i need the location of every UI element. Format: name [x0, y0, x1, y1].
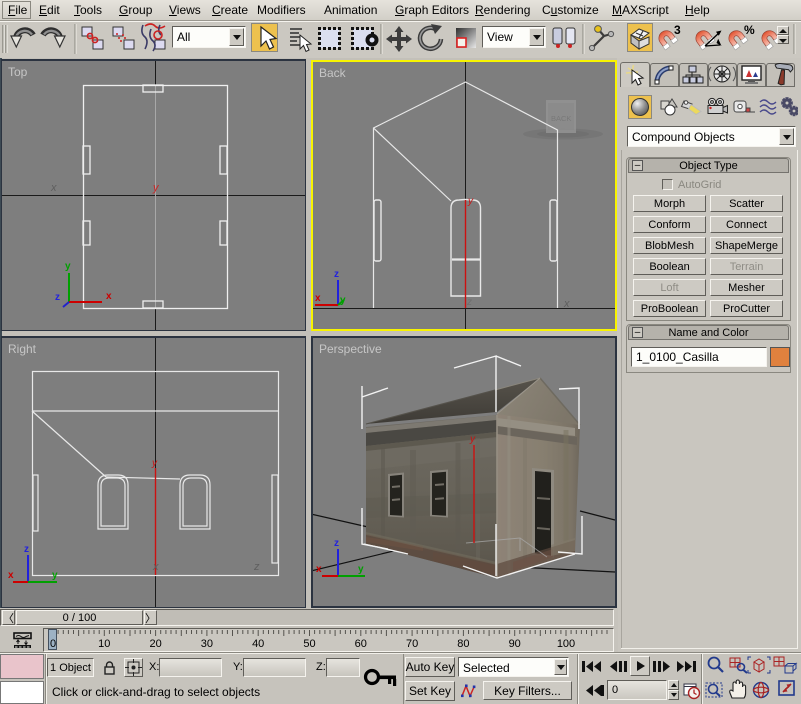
svg-text:z: z — [334, 269, 339, 280]
svg-text:y: y — [52, 570, 58, 581]
svg-text:y: y — [358, 564, 364, 575]
svg-text:z: z — [55, 292, 60, 303]
svg-text:y: y — [467, 196, 474, 207]
svg-text:z: z — [466, 297, 472, 308]
svg-text:x: x — [316, 564, 322, 575]
svg-text:y: y — [469, 434, 476, 445]
svg-text:x: x — [152, 561, 159, 573]
svg-text:x: x — [50, 182, 57, 194]
svg-text:x: x — [106, 291, 112, 302]
svg-text:y: y — [65, 261, 71, 272]
svg-text:y: y — [152, 182, 160, 194]
svg-text:z: z — [24, 544, 29, 555]
svg-text:x: x — [315, 293, 321, 304]
svg-text:z: z — [253, 561, 260, 573]
svg-text:z: z — [334, 538, 339, 549]
svg-text:x: x — [563, 298, 570, 310]
svg-text:y: y — [340, 295, 346, 306]
svg-text:3: 3 — [674, 23, 681, 37]
svg-text:BACK: BACK — [551, 114, 571, 123]
svg-text:x: x — [8, 570, 14, 581]
svg-text:%: % — [744, 23, 755, 37]
svg-text:y: y — [151, 458, 158, 469]
